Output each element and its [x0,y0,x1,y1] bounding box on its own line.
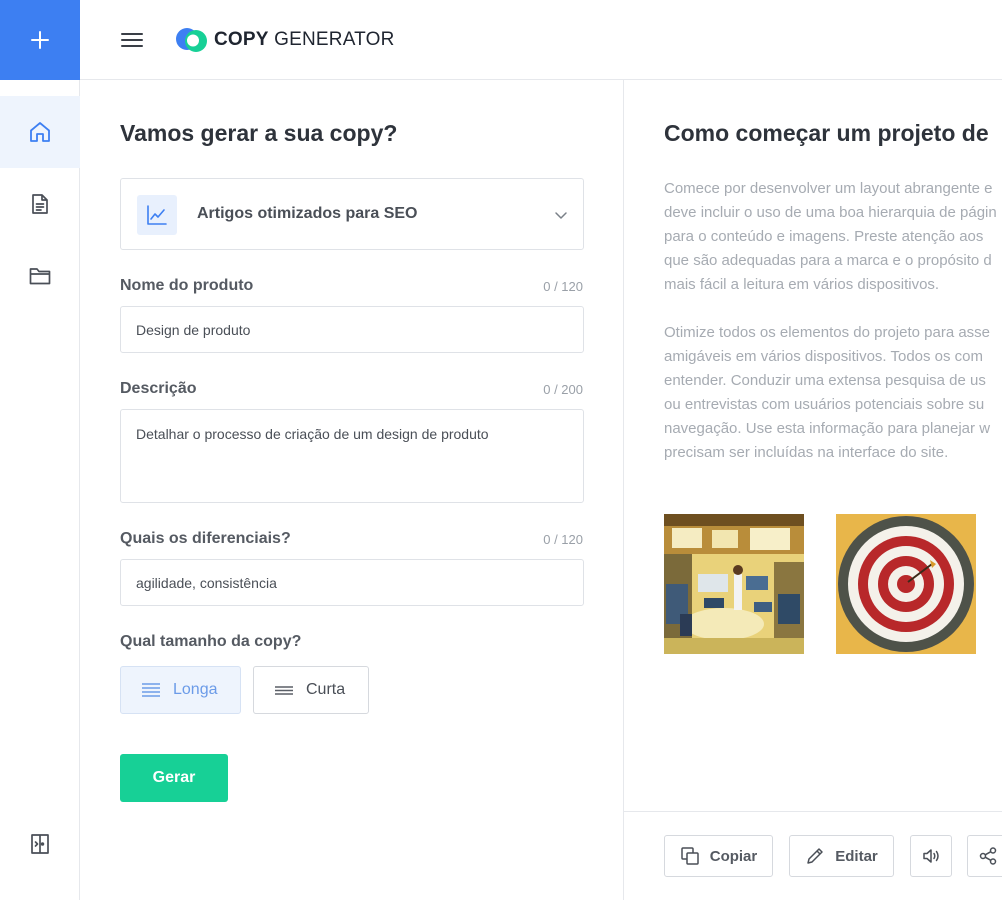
copy-button-label: Copiar [709,847,758,865]
short-text-icon [275,686,293,695]
size-option-short[interactable]: Curta [253,666,369,714]
preview-line: amigáveis em vários dispositivos. Todos … [664,348,984,365]
form-title: Vamos gerar a sua copy? [120,120,398,146]
copy-form-panel: Vamos gerar a sua copy? Artigos otimizad… [80,80,624,900]
preview-line: deve incluir o uso de uma boa hierarquia… [664,204,997,221]
preview-line: ou entrevistas com usuários potenciais s… [664,396,985,413]
plus-icon [31,31,49,49]
logo-text: COPY GENERATOR [214,29,395,50]
edit-button[interactable]: Editar [789,835,894,877]
description-counter: 0 / 200 [543,382,583,397]
dartboard-painting-image [836,514,976,654]
sidebar [0,0,80,900]
copy-preview-panel: Como começar um projeto de Comece por de… [624,80,1002,900]
new-copy-button[interactable] [0,0,80,80]
preview-line: Otimize todos os elementos do projeto pa… [664,324,991,341]
share-button[interactable] [967,835,1002,877]
product-name-input[interactable] [120,306,584,353]
chevron-down-icon [555,212,567,219]
home-icon [30,122,50,142]
sidebar-item-home[interactable] [0,96,80,168]
preview-title: Como começar um projeto de [664,120,989,146]
description-textarea[interactable]: Detalhar o processo de criação de um des… [120,409,584,503]
top-header: COPY GENERATOR [80,0,1002,80]
template-select-value: Artigos otimizados para SEO [197,205,418,222]
menu-button[interactable] [120,28,144,52]
copy-button[interactable]: Copiar [664,835,773,877]
differentials-counter: 0 / 120 [543,532,583,547]
preview-line: precisam ser incluídas na interface do s… [664,444,949,461]
preview-paragraph-2: Otimize todos os elementos do projeto pa… [664,321,1002,465]
differentials-label: Quais os diferenciais? [120,530,291,547]
description-label: Descrição [120,380,197,397]
read-aloud-button[interactable] [910,835,952,877]
preview-line: que são adequadas para a marca e o propó… [664,252,992,269]
edit-button-label: Editar [835,847,878,865]
template-icon-box [137,195,177,235]
preview-paragraph-1: Comece por desenvolver um layout abrange… [664,177,1002,297]
long-text-icon [142,683,160,697]
app-logo[interactable]: COPY GENERATOR [176,26,395,54]
product-name-label: Nome do produto [120,277,254,294]
product-name-counter: 0 / 120 [543,279,583,294]
sidebar-item-exit[interactable] [0,808,80,880]
office-painting-image [664,514,804,654]
preview-line: entender. Conduzir uma extensa pesquisa … [664,372,986,389]
door-exit-icon [31,834,49,854]
size-option-long[interactable]: Longa [120,666,241,714]
sidebar-item-documents[interactable] [0,168,80,240]
share-icon [979,847,997,865]
sidebar-item-folders[interactable] [0,240,80,312]
size-option-long-label: Longa [173,681,218,698]
differentials-input[interactable] [120,559,584,606]
preview-line: mais fácil a leitura em vários dispositi… [664,276,940,293]
preview-line: navegação. Use esta informação para plan… [664,420,991,437]
preview-line: Comece por desenvolver um layout abrange… [664,180,993,197]
generate-button[interactable]: Gerar [120,754,228,802]
hamburger-icon [121,33,143,47]
line-chart-icon [147,205,167,225]
copy-icon [680,847,699,865]
preview-line: para o conteúdo e imagens. Preste atençã… [664,228,984,245]
pencil-icon [807,848,823,864]
size-option-short-label: Curta [306,681,346,698]
copy-size-label: Qual tamanho da copy? [120,633,302,650]
app-root: COPY GENERATOR Vamos gerar a sua copy? A… [0,0,1002,900]
speaker-icon [923,849,939,863]
preview-toolbar: Copiar Editar [624,811,1002,900]
folder-icon [29,268,51,285]
template-select[interactable]: Artigos otimizados para SEO [120,178,584,250]
document-icon [32,194,48,214]
logo-mark-icon [176,28,207,52]
